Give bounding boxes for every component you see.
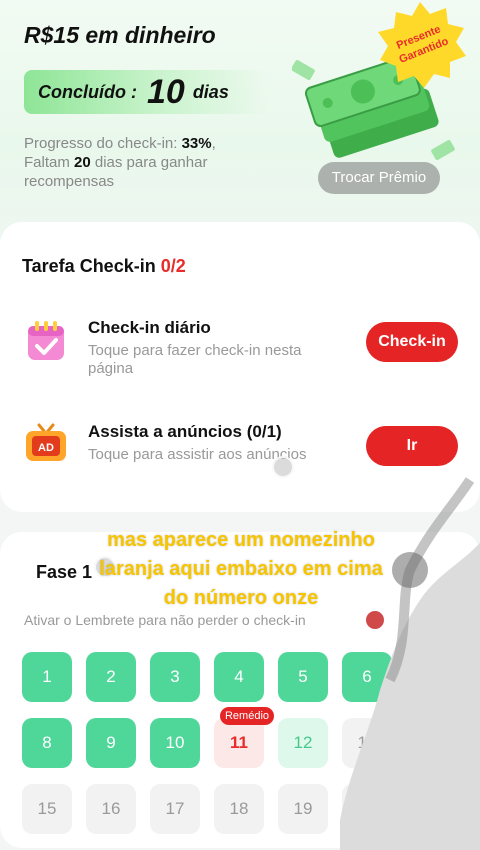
video-caption: mas aparece um nomezinho laranja aqui em… xyxy=(99,529,383,609)
day-cell[interactable]: 4 xyxy=(214,652,264,702)
day-cell[interactable]: 17 xyxy=(150,784,200,834)
task-name: Check-in diário xyxy=(88,318,211,337)
task-desc: Toque para assistir aos anúncios xyxy=(88,446,307,463)
remedy-tag: Remédio xyxy=(220,707,274,725)
completed-days-count: 10 xyxy=(146,72,185,111)
day-cell[interactable]: 2 xyxy=(86,652,136,702)
checkin-progress-text: Progresso do check-in: 33%, Faltam 20 di… xyxy=(24,134,274,191)
day-cell[interactable]: 18 xyxy=(214,784,264,834)
completed-label: Concluído : xyxy=(38,81,137,102)
progress-line2a: Faltam xyxy=(24,154,75,171)
day-cell[interactable]: 10 xyxy=(150,718,200,768)
day-cell[interactable]: 12 xyxy=(278,718,328,768)
day-cell[interactable]: 11 xyxy=(214,718,264,768)
guaranteed-gift-seal: Presente Garantido xyxy=(378,2,466,88)
ad-icon-text: AD xyxy=(38,442,54,454)
video-overlay-figure xyxy=(340,440,480,850)
day-cell[interactable]: 8 xyxy=(22,718,72,768)
task-daily-checkin: Check-in diário Toque para fazer check-i… xyxy=(0,318,480,398)
day-cell[interactable]: 3 xyxy=(150,652,200,702)
phase-title: Fase 1 xyxy=(36,562,93,582)
checkin-task-label: Tarefa Check-in xyxy=(22,256,161,276)
reward-title: R$15 em dinheiro xyxy=(24,22,216,48)
progress-prefix: Progresso do check-in: xyxy=(24,135,182,152)
day-cell[interactable]: 19 xyxy=(278,784,328,834)
completed-days-badge: Concluído : 10 dias xyxy=(24,70,268,114)
day-cell[interactable]: 9 xyxy=(86,718,136,768)
tv-ad-icon: AD xyxy=(26,423,66,461)
day-cell[interactable]: 5 xyxy=(278,652,328,702)
touch-indicator xyxy=(272,456,294,478)
trade-prize-button[interactable]: Trocar Prêmio xyxy=(318,162,440,194)
task-name: Assista a anúncios (0/1) xyxy=(88,422,282,441)
checkin-task-title: Tarefa Check-in 0/2 xyxy=(22,256,186,277)
day-cell[interactable]: 1 xyxy=(22,652,72,702)
calendar-icon xyxy=(28,321,64,360)
day-cell[interactable]: 15 xyxy=(22,784,72,834)
reminder-link[interactable]: Ativar o Lembrete para não perder o chec… xyxy=(24,612,306,628)
completed-days-unit: dias xyxy=(192,81,229,102)
progress-percent: 33% xyxy=(181,135,212,152)
checkin-button[interactable]: Check-in xyxy=(366,322,458,362)
task-desc: Toque para fazer check-in nesta página xyxy=(88,342,302,377)
day-cell[interactable]: 16 xyxy=(86,784,136,834)
days-left: 20 xyxy=(74,154,91,171)
checkin-task-count: 0/2 xyxy=(160,256,186,276)
progress-sep: , xyxy=(211,135,216,152)
